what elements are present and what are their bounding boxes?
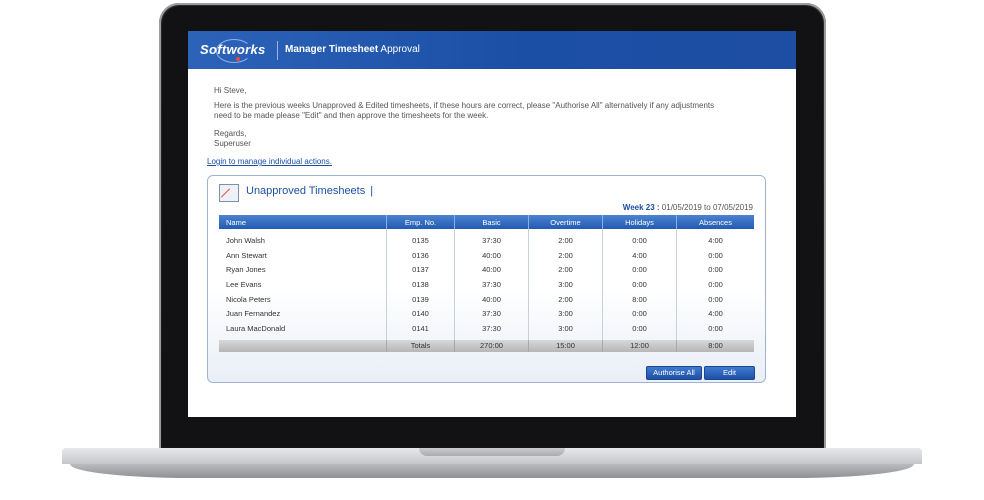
edit-button[interactable]: Edit <box>704 366 755 380</box>
cell-overtime: 3:00 <box>528 277 603 292</box>
column-header-overtime[interactable]: Overtime <box>528 215 603 229</box>
cell-absences: 4:00 <box>676 233 754 248</box>
cell-name: Laura MacDonald <box>226 323 286 333</box>
greeting: Hi Steve, <box>214 86 247 95</box>
cell-emp-no: 0138 <box>386 277 455 292</box>
cell-name: Lee Evans <box>226 279 262 289</box>
cell-overtime: 2:00 <box>528 291 603 307</box>
cell-name: Juan Fernandez <box>226 309 281 319</box>
cell-overtime: 3:00 <box>528 321 603 336</box>
cell-overtime: 3:00 <box>528 306 603 322</box>
laptop-base-bottom <box>70 464 914 478</box>
page-title-rest: Approval <box>378 44 420 55</box>
cell-name: Nicola Peters <box>226 294 271 304</box>
cell-emp-no: 0137 <box>386 262 455 278</box>
totals-absences: 8:00 <box>676 339 754 352</box>
totals-cell-empty <box>219 339 387 352</box>
totals-overtime: 15:00 <box>528 339 603 352</box>
cell-absences: 0:00 <box>676 277 754 292</box>
login-link[interactable]: Login to manage individual actions. <box>207 157 332 166</box>
cell-emp-no: 0139 <box>386 291 455 307</box>
column-header-name[interactable]: Name <box>219 215 387 229</box>
cell-emp-no: 0136 <box>386 247 455 263</box>
totals-row: Totals 270:00 15:00 12:00 8:00 <box>219 339 754 352</box>
table-row[interactable]: Laura MacDonald 0141 37:30 3:00 0:00 0:0… <box>219 321 754 336</box>
table-row[interactable]: Ann Stewart 0136 40:00 2:00 4:00 0:00 <box>219 247 754 263</box>
cell-basic: 37:30 <box>454 321 529 336</box>
cell-absences: 0:00 <box>676 321 754 336</box>
signature: Superuser <box>214 139 251 148</box>
cell-holidays: 0:00 <box>602 277 677 292</box>
cell-basic: 37:30 <box>454 277 529 292</box>
totals-holidays: 12:00 <box>602 339 677 352</box>
cell-name: John Walsh <box>226 235 265 245</box>
timesheets-panel: Unapproved Timesheets | Week 23 : 01/05/2… <box>207 175 766 383</box>
logo-text: Softworks <box>200 42 266 57</box>
panel-title-text: Unapproved Timesheets <box>246 185 366 197</box>
cell-name: Ryan Jones <box>226 265 266 275</box>
cell-holidays: 4:00 <box>602 247 677 263</box>
message-body-line2: need to be made please "Edit" and then a… <box>214 111 489 120</box>
timesheet-edit-icon <box>219 184 239 202</box>
cell-holidays: 8:00 <box>602 291 677 307</box>
cell-basic: 40:00 <box>454 262 529 278</box>
header-bar: Softworks Manager Timesheet Approval <box>188 31 796 69</box>
cell-holidays: 0:00 <box>602 233 677 248</box>
column-header-emp-no[interactable]: Emp. No. <box>386 215 455 229</box>
table-row[interactable]: John Walsh 0135 37:30 2:00 0:00 4:00 <box>219 233 754 248</box>
cell-emp-no: 0140 <box>386 306 455 322</box>
table-row[interactable]: Ryan Jones 0137 40:00 2:00 0:00 0:00 <box>219 262 754 278</box>
authorise-all-button[interactable]: Authorise All <box>646 366 702 380</box>
cell-holidays: 0:00 <box>602 321 677 336</box>
laptop-screen: Softworks Manager Timesheet Approval Hi … <box>188 31 796 417</box>
table-row[interactable]: Lee Evans 0138 37:30 3:00 0:00 0:00 <box>219 277 754 292</box>
page-title-bold: Manager Timesheet <box>285 44 379 55</box>
softworks-logo: Softworks <box>198 39 276 63</box>
cell-overtime: 2:00 <box>528 247 603 263</box>
timesheets-table: Name Emp. No. Basic Overtime Holidays Ab… <box>219 215 754 352</box>
cell-absences: 0:00 <box>676 262 754 278</box>
cell-basic: 40:00 <box>454 247 529 263</box>
cell-holidays: 0:00 <box>602 306 677 322</box>
table-header-row: Name Emp. No. Basic Overtime Holidays Ab… <box>219 215 754 229</box>
column-header-basic[interactable]: Basic <box>454 215 529 229</box>
totals-label: Totals <box>386 339 455 352</box>
cell-absences: 4:00 <box>676 306 754 322</box>
cell-holidays: 0:00 <box>602 262 677 278</box>
cell-emp-no: 0141 <box>386 321 455 336</box>
panel-title-separator: | <box>370 185 374 197</box>
column-header-absences[interactable]: Absences <box>676 215 754 229</box>
cell-emp-no: 0135 <box>386 233 455 248</box>
header-divider <box>277 41 278 60</box>
logo-dot-icon <box>236 57 240 61</box>
table-row[interactable]: Juan Fernandez 0140 37:30 3:00 0:00 4:00 <box>219 306 754 322</box>
table-row[interactable]: Nicola Peters 0139 40:00 2:00 8:00 0:00 <box>219 291 754 307</box>
week-label: Week 23 : <box>622 203 660 212</box>
cell-overtime: 2:00 <box>528 262 603 278</box>
column-header-holidays[interactable]: Holidays <box>602 215 677 229</box>
week-dates: 01/05/2019 to 07/05/2019 <box>661 203 753 212</box>
totals-basic: 270:00 <box>454 339 529 352</box>
panel-title: Unapproved Timesheets | <box>246 185 373 197</box>
cell-basic: 37:30 <box>454 306 529 322</box>
cell-absences: 0:00 <box>676 291 754 307</box>
cell-basic: 40:00 <box>454 291 529 307</box>
cell-overtime: 2:00 <box>528 233 603 248</box>
page-title: Manager Timesheet Approval <box>285 44 420 55</box>
message-body-line1: Here is the previous weeks Unapproved & … <box>214 101 715 110</box>
cell-name: Ann Stewart <box>226 250 267 260</box>
laptop-notch <box>419 448 565 456</box>
regards: Regards, <box>214 129 247 138</box>
cell-basic: 37:30 <box>454 233 529 248</box>
week-range: Week 23 : 01/05/2019 to 07/05/2019 <box>623 203 753 212</box>
cell-absences: 0:00 <box>676 247 754 263</box>
